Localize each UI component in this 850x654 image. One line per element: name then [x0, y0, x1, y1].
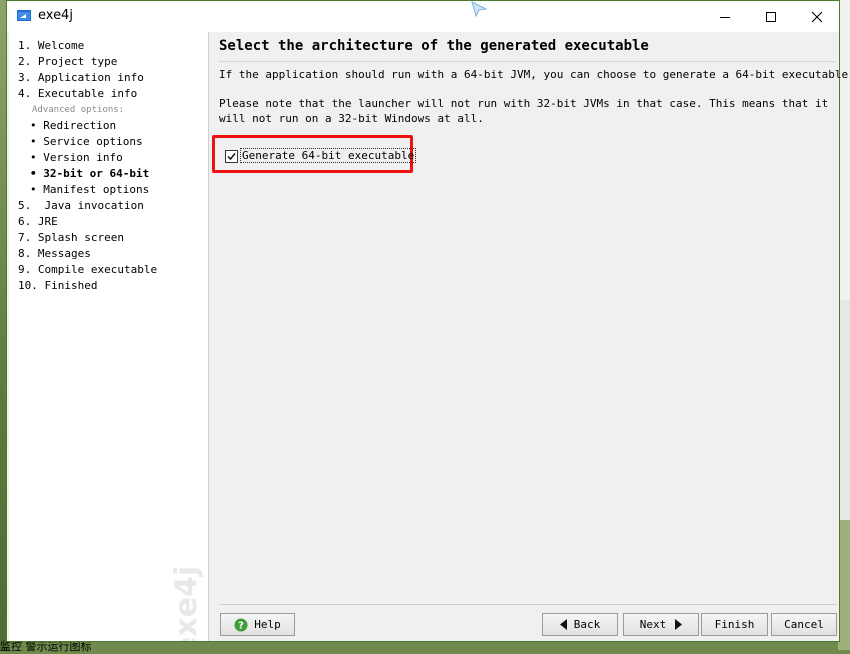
step-manifest-options[interactable]: • Manifest options	[18, 182, 157, 198]
minimize-icon	[720, 16, 730, 18]
step-java-invocation[interactable]: 5. Java invocation	[18, 198, 157, 214]
step-executable-info[interactable]: 4. Executable info	[18, 86, 157, 102]
wizard-content: Select the architecture of the generated…	[209, 32, 850, 641]
step-welcome[interactable]: 1. Welcome	[18, 38, 157, 54]
close-button[interactable]	[794, 1, 840, 32]
help-label: Help	[254, 618, 281, 631]
description-32bit-note: Please note that the launcher will not r…	[219, 97, 829, 125]
step-splash-screen[interactable]: 7. Splash screen	[18, 230, 157, 246]
arrow-left-icon	[559, 619, 567, 630]
step-application-info[interactable]: 3. Application info	[18, 70, 157, 86]
step-compile-executable[interactable]: 9. Compile executable	[18, 262, 157, 278]
watermark-text: exe4j	[169, 566, 204, 641]
minimize-button[interactable]	[702, 1, 748, 32]
cancel-button[interactable]: Cancel	[771, 613, 837, 636]
svg-text:?: ?	[238, 620, 244, 631]
step-finished[interactable]: 10. Finished	[18, 278, 157, 294]
generate-64bit-checkbox[interactable]	[225, 150, 238, 163]
step-version-info[interactable]: • Version info	[18, 150, 157, 166]
generate-64bit-label[interactable]: Generate 64-bit executable	[240, 148, 417, 163]
next-button[interactable]: Next	[623, 613, 699, 636]
step-32-or-64-bit[interactable]: • 32-bit or 64-bit	[18, 166, 157, 182]
arrow-right-icon	[675, 619, 683, 630]
cursor-icon	[471, 1, 488, 17]
maximize-button[interactable]	[748, 1, 794, 32]
step-jre[interactable]: 6. JRE	[18, 214, 157, 230]
steps-list: 1. Welcome 2. Project type 3. Applicatio…	[18, 38, 157, 294]
step-service-options[interactable]: • Service options	[18, 134, 157, 150]
cancel-label: Cancel	[784, 618, 824, 631]
exe4j-app-icon	[17, 10, 31, 21]
window-title: exe4j	[38, 8, 73, 23]
advanced-options-label: Advanced options:	[32, 105, 125, 115]
close-icon	[811, 11, 823, 22]
step-messages[interactable]: 8. Messages	[18, 246, 157, 262]
next-label: Next	[639, 618, 667, 631]
step-redirection[interactable]: • Redirection	[18, 118, 157, 134]
finish-button[interactable]: Finish	[701, 613, 768, 636]
title-bar[interactable]: exe4j	[7, 1, 839, 32]
title-separator	[218, 61, 836, 62]
description-64bit: If the application should run with a 64-…	[219, 68, 850, 81]
finish-label: Finish	[714, 618, 755, 631]
back-button[interactable]: Back	[542, 613, 618, 636]
wizard-steps-sidebar: 1. Welcome 2. Project type 3. Applicatio…	[9, 32, 208, 641]
exe4j-watermark-logo: exe4j	[169, 566, 204, 641]
help-icon: ?	[234, 618, 248, 631]
footer-separator	[219, 604, 837, 605]
step-project-type[interactable]: 2. Project type	[18, 54, 157, 70]
checkmark-icon	[227, 153, 236, 161]
page-title: Select the architecture of the generated…	[219, 38, 649, 54]
back-label: Back	[573, 618, 601, 631]
help-button[interactable]: ? Help	[220, 613, 295, 636]
exe4j-wizard-window: exe4j 1. Welcome 2. Project type 3. Appl…	[6, 0, 850, 642]
maximize-icon	[766, 11, 776, 22]
